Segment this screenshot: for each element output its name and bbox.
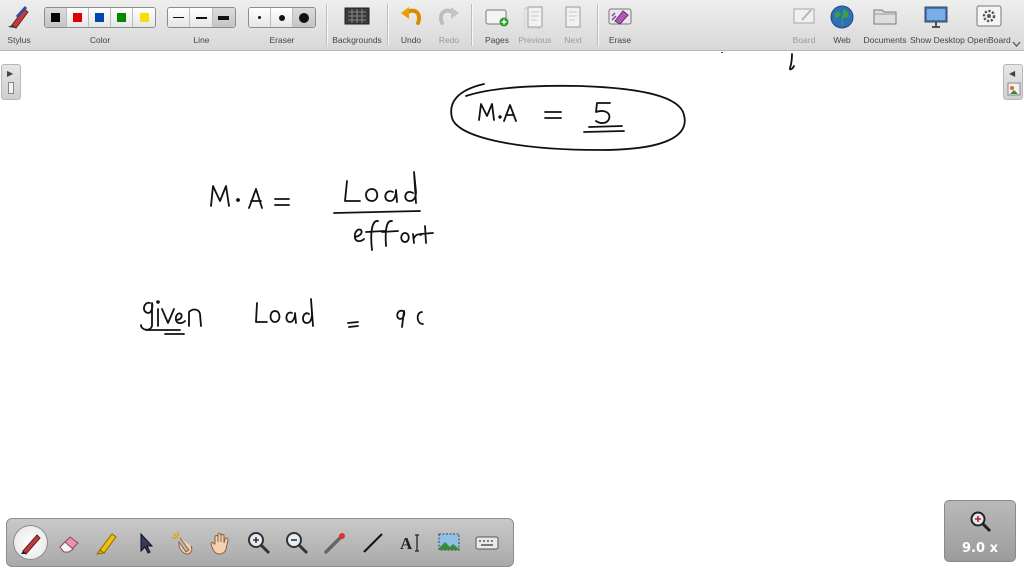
- documents-label: Documents: [863, 35, 907, 45]
- handwritten-ink: [140, 52, 795, 335]
- color-yellow[interactable]: [133, 8, 155, 27]
- zoom-out-tool[interactable]: [279, 525, 314, 560]
- undo-button[interactable]: Undo: [395, 0, 427, 51]
- interactor-icon: [171, 531, 192, 555]
- zoom-level: 9.0 x: [962, 541, 998, 556]
- line-thin[interactable]: [168, 8, 191, 27]
- color-black[interactable]: [45, 8, 67, 27]
- board-icon: [793, 8, 815, 24]
- text-icon: A: [400, 534, 419, 553]
- capture-tool[interactable]: [431, 525, 466, 560]
- zoom-in-tool[interactable]: [241, 525, 276, 560]
- openboard-menu-button[interactable]: OpenBoard: [966, 0, 1012, 51]
- chevron-down-icon[interactable]: [1012, 41, 1021, 47]
- openboard-label: OpenBoard: [967, 35, 1011, 45]
- color-red[interactable]: [67, 8, 89, 27]
- magnifier-icon: [970, 511, 992, 533]
- erase-button[interactable]: Erase: [603, 0, 637, 51]
- add-page-icon: [485, 9, 509, 27]
- color-green[interactable]: [111, 8, 133, 27]
- eraser-small[interactable]: [249, 8, 271, 27]
- monitor-icon: [924, 6, 948, 28]
- backgrounds-button[interactable]: Backgrounds: [332, 0, 382, 51]
- next-label: Next: [564, 35, 582, 45]
- text-tool[interactable]: A: [393, 525, 428, 560]
- show-desktop-button[interactable]: Show Desktop: [910, 0, 965, 51]
- undo-icon: [401, 7, 421, 25]
- pen-tool[interactable]: [13, 525, 48, 560]
- pages-label: Pages: [484, 35, 510, 45]
- zoom-out-icon: [285, 531, 308, 554]
- line-label: Line: [193, 35, 210, 45]
- zoom-in-icon: [247, 531, 270, 554]
- backgrounds-label: Backgrounds: [332, 35, 382, 45]
- gear-icon: [976, 5, 1002, 27]
- hand-tool[interactable]: [203, 525, 238, 560]
- eraser-medium[interactable]: [271, 8, 293, 27]
- laser-pointer-icon: [323, 532, 345, 554]
- erase-label: Erase: [608, 35, 632, 45]
- erase-board-icon: [608, 8, 632, 25]
- stylus-button[interactable]: Stylus: [2, 0, 36, 51]
- color-selector: [44, 7, 156, 28]
- marker-tool[interactable]: [89, 525, 124, 560]
- main-toolbar: Stylus Color Line Eraser Backgrounds Und: [0, 0, 1024, 51]
- pages-button[interactable]: Pages: [480, 0, 514, 51]
- globe-icon: [830, 5, 854, 29]
- virtual-keyboard-tool[interactable]: [469, 525, 504, 560]
- capture-icon: [438, 533, 459, 550]
- redo-button[interactable]: Redo: [433, 0, 465, 51]
- line-thick[interactable]: [212, 8, 235, 27]
- previous-button[interactable]: Previous: [516, 0, 554, 51]
- undo-label: Undo: [400, 35, 422, 45]
- laser-pointer-tool[interactable]: [317, 525, 352, 560]
- eraser-width-selector: [248, 7, 316, 28]
- virtual-keyboard-icon: [475, 536, 498, 549]
- folder-icon: [873, 9, 897, 25]
- marker-icon: [95, 532, 117, 555]
- color-blue[interactable]: [89, 8, 111, 27]
- pen-icon: [20, 533, 41, 555]
- eraser-large[interactable]: [293, 8, 315, 27]
- color-label: Color: [89, 35, 111, 45]
- redo-icon: [439, 7, 459, 25]
- eraser-label: Eraser: [269, 35, 295, 45]
- web-label: Web: [833, 35, 851, 45]
- documents-button[interactable]: Documents: [862, 0, 908, 51]
- show-desktop-label: Show Desktop: [910, 35, 965, 45]
- eraser-tool[interactable]: [51, 525, 86, 560]
- stylus-icon: [8, 5, 29, 29]
- backgrounds-icon: [344, 7, 370, 25]
- interactor-tool[interactable]: [165, 525, 200, 560]
- selector-tool[interactable]: [127, 525, 162, 560]
- next-button[interactable]: Next: [556, 0, 590, 51]
- stylus-label: Stylus: [7, 35, 31, 45]
- whiteboard-canvas[interactable]: [0, 52, 1024, 576]
- board-label: Board: [792, 35, 816, 45]
- line-icon: [362, 532, 383, 553]
- hand-icon: [209, 532, 229, 555]
- next-page-icon: [565, 6, 581, 28]
- board-button[interactable]: Board: [788, 0, 820, 51]
- eraser-icon: [58, 535, 79, 552]
- web-button[interactable]: Web: [826, 0, 858, 51]
- line-medium[interactable]: [190, 8, 213, 27]
- line-width-selector: [167, 7, 236, 28]
- line-tool[interactable]: [355, 525, 390, 560]
- redo-label: Redo: [438, 35, 460, 45]
- selector-icon: [140, 532, 153, 554]
- previous-page-icon: [524, 6, 543, 29]
- svg-text:A: A: [400, 534, 413, 553]
- zoom-indicator[interactable]: 9.0 x: [944, 500, 1016, 562]
- previous-label: Previous: [518, 35, 552, 45]
- stylus-palette: A: [6, 518, 514, 567]
